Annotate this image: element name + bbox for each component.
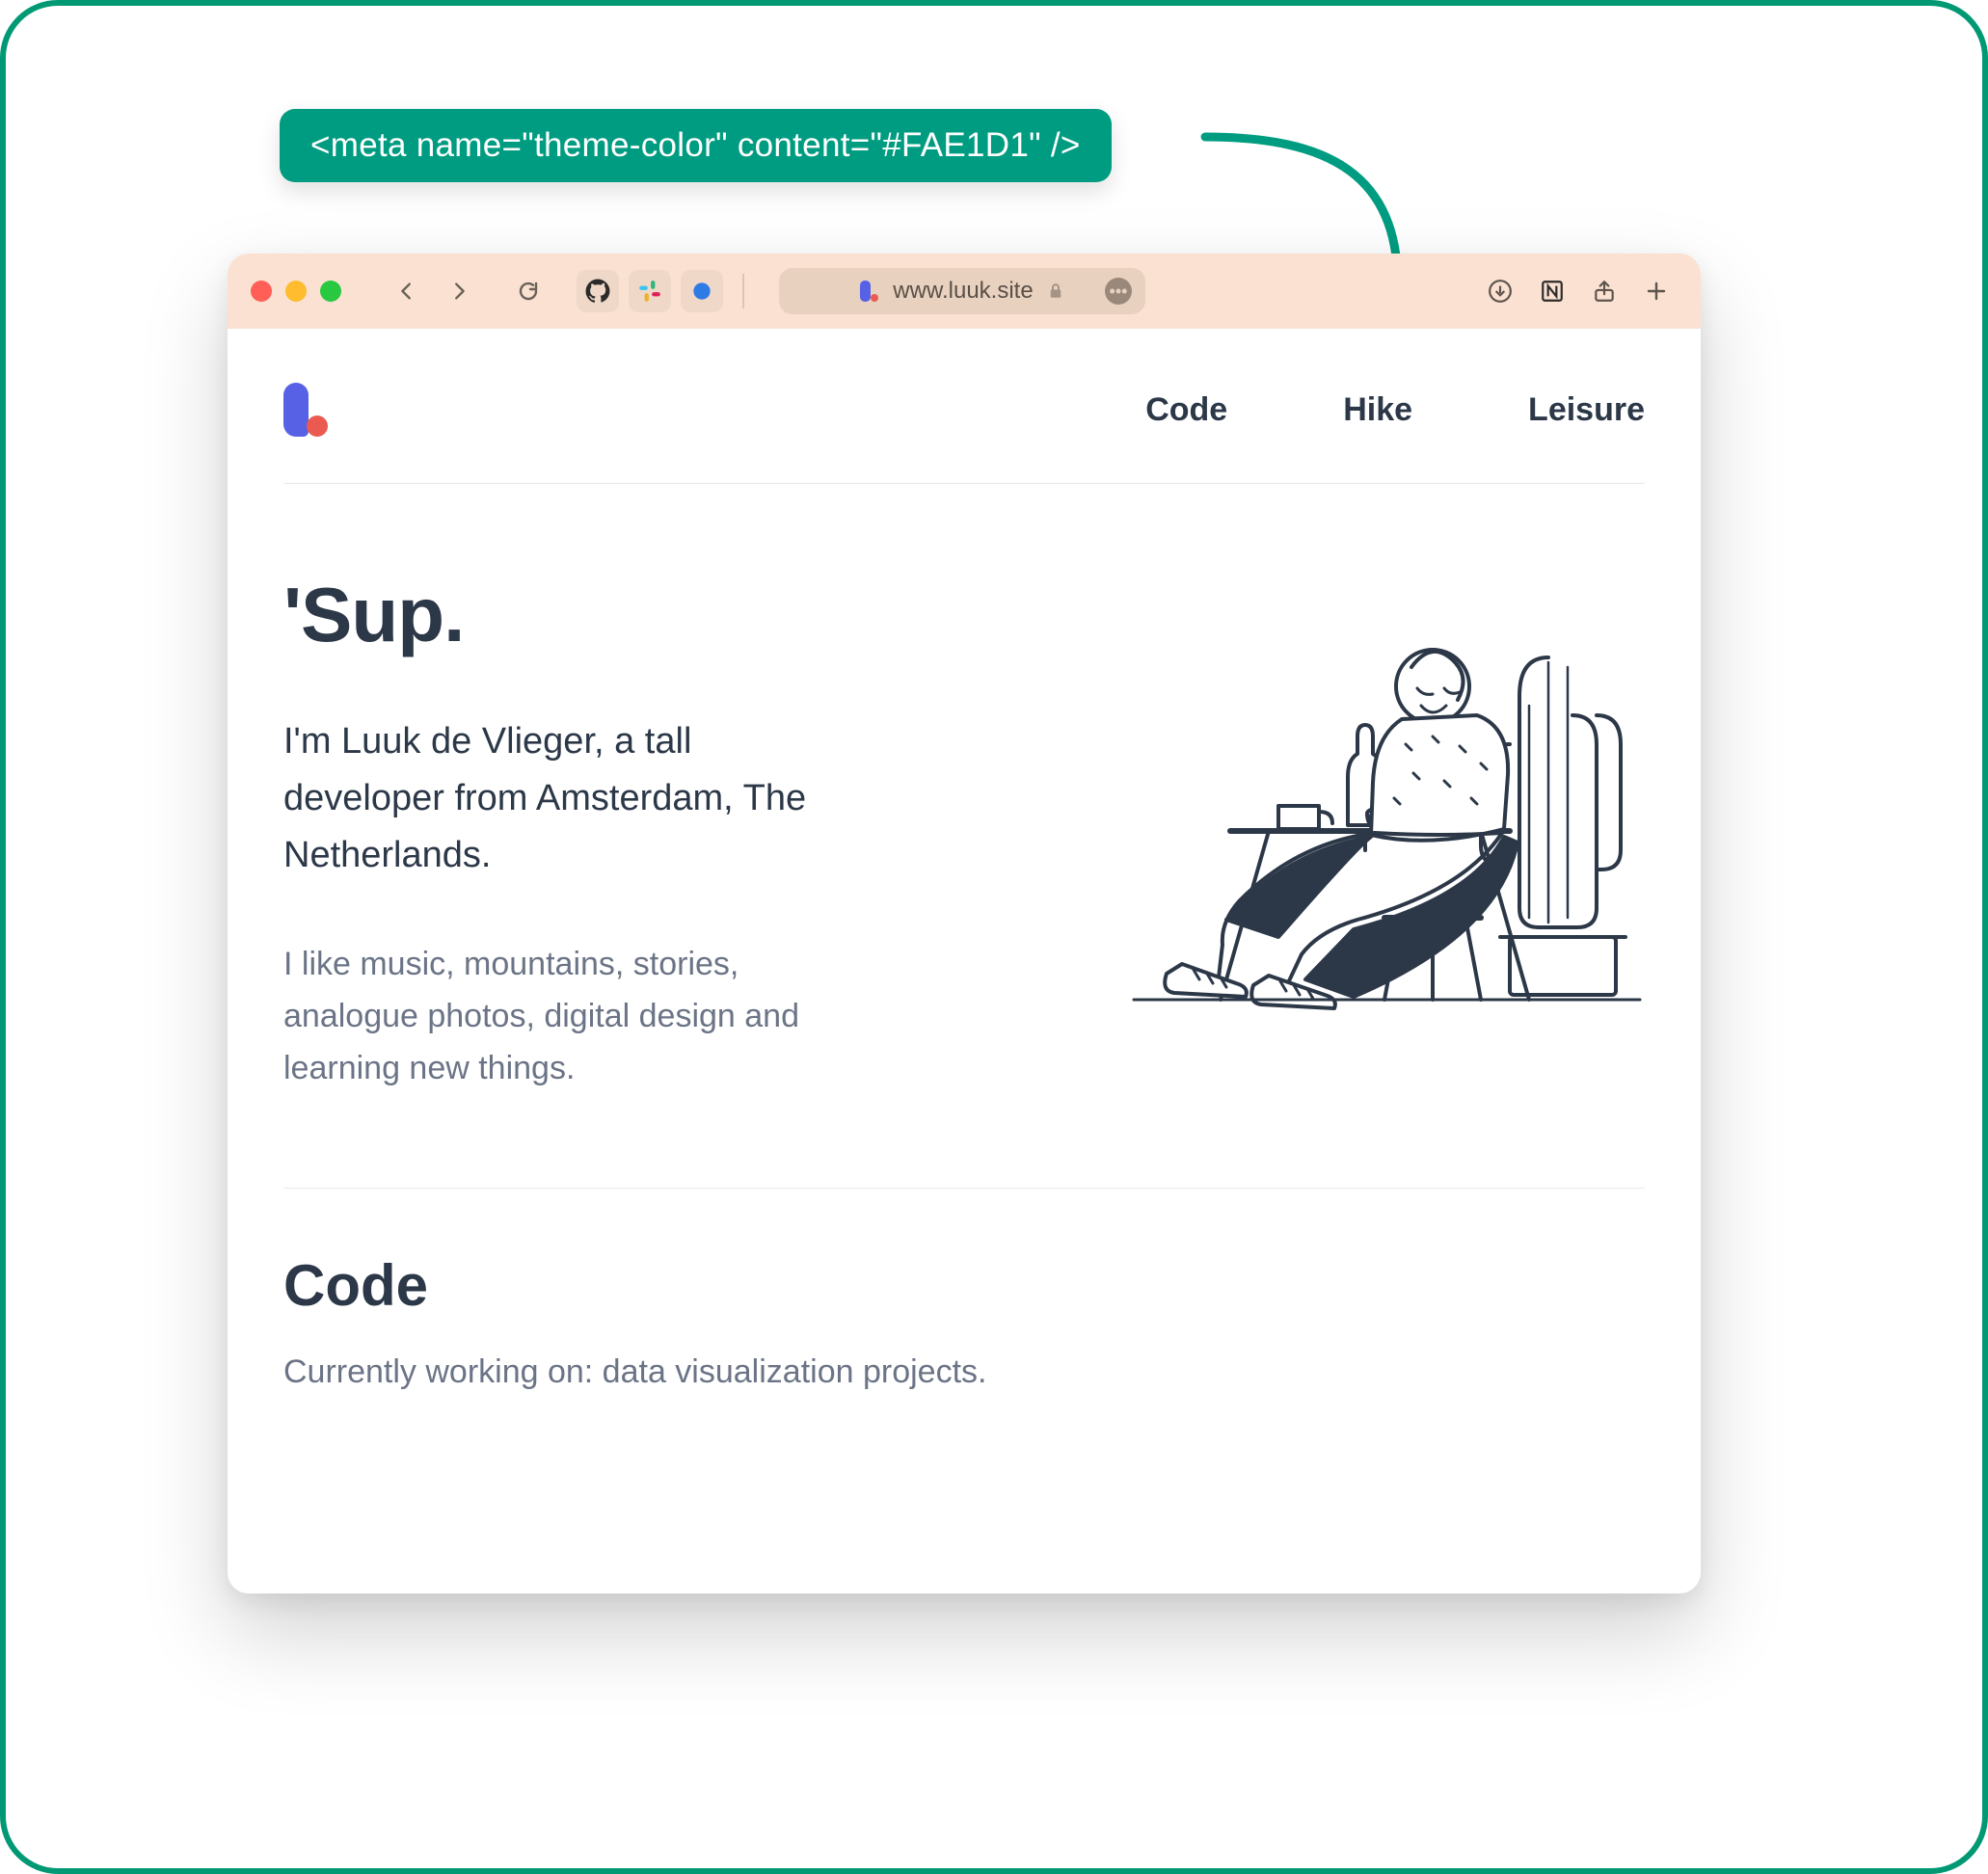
meta-theme-color-callout: <meta name="theme-color" content="#FAE1D… — [280, 109, 1112, 182]
page-content: Code Hike Leisure 'Sup. I'm Luuk de Vlie… — [228, 329, 1701, 1391]
extension-icon[interactable] — [681, 270, 723, 312]
code-section: Code Currently working on: data visualiz… — [283, 1189, 1645, 1391]
hero-likes: I like music, mountains, stories, analog… — [283, 938, 881, 1095]
hero-section: 'Sup. I'm Luuk de Vlieger, a tall develo… — [283, 484, 1645, 1095]
lock-icon — [1047, 281, 1064, 301]
hero-intro: I'm Luuk de Vlieger, a tall developer fr… — [283, 713, 843, 884]
back-button[interactable] — [386, 270, 428, 312]
hero-illustration — [997, 571, 1645, 1095]
code-section-heading: Code — [283, 1252, 1645, 1319]
code-section-body: Currently working on: data visualization… — [283, 1353, 1645, 1391]
hero-heading: 'Sup. — [283, 571, 958, 659]
site-settings-icon[interactable]: ••• — [1105, 278, 1132, 305]
forward-button[interactable] — [438, 270, 480, 312]
toolbar-separator — [742, 274, 744, 308]
site-favicon-icon — [860, 281, 879, 302]
minimize-window-button[interactable] — [285, 281, 307, 302]
address-url-text: www.luuk.site — [893, 278, 1033, 305]
nav-link-code[interactable]: Code — [1145, 391, 1227, 429]
share-button[interactable] — [1583, 270, 1625, 312]
nav-link-leisure[interactable]: Leisure — [1528, 391, 1645, 429]
downloads-button[interactable] — [1479, 270, 1521, 312]
nav-link-hike[interactable]: Hike — [1343, 391, 1412, 429]
browser-toolbar: www.luuk.site ••• — [228, 254, 1701, 329]
primary-nav: Code Hike Leisure — [1145, 391, 1645, 429]
reload-button[interactable] — [507, 270, 550, 312]
new-tab-button[interactable] — [1635, 270, 1678, 312]
slack-extension-icon[interactable] — [629, 270, 671, 312]
close-window-button[interactable] — [251, 281, 272, 302]
zoom-window-button[interactable] — [320, 281, 341, 302]
github-extension-icon[interactable] — [577, 270, 619, 312]
browser-window: www.luuk.site ••• — [228, 254, 1701, 1593]
address-bar[interactable]: www.luuk.site ••• — [779, 268, 1145, 314]
window-controls — [251, 281, 341, 302]
site-logo[interactable] — [283, 383, 328, 437]
notion-extension-icon[interactable] — [1531, 270, 1573, 312]
site-header: Code Hike Leisure — [283, 383, 1645, 484]
